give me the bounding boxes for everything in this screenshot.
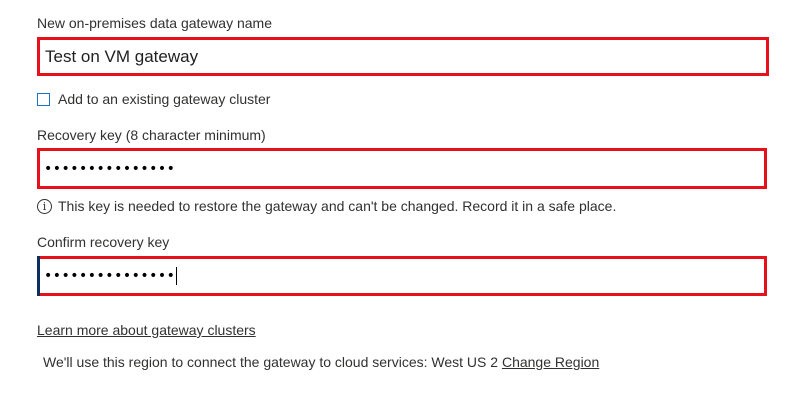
confirm-key-label: Confirm recovery key [37, 234, 170, 250]
text-caret [176, 267, 178, 285]
learn-more-link[interactable]: Learn more about gateway clusters [37, 322, 256, 338]
recovery-key-info: i This key is needed to restore the gate… [37, 198, 616, 214]
region-text: We'll use this region to connect the gat… [43, 354, 499, 370]
region-info: We'll use this region to connect the gat… [43, 354, 599, 370]
existing-cluster-checkbox[interactable] [37, 92, 50, 106]
confirm-key-masked-value: ••••••••••••••• [44, 267, 178, 285]
change-region-link[interactable]: Change Region [502, 354, 599, 370]
gateway-name-label: New on-premises data gateway name [37, 15, 273, 31]
confirm-key-dots: ••••••••••••••• [44, 268, 176, 284]
existing-cluster-checkbox-row[interactable]: Add to an existing gateway cluster [37, 91, 270, 107]
gateway-name-input[interactable]: Test on VM gateway [37, 37, 769, 76]
recovery-key-label: Recovery key (8 character minimum) [37, 127, 266, 143]
recovery-key-input[interactable]: ••••••••••••••• [37, 148, 767, 189]
info-icon: i [37, 198, 52, 214]
confirm-key-input[interactable]: ••••••••••••••• [37, 256, 767, 296]
existing-cluster-label: Add to an existing gateway cluster [58, 91, 271, 107]
recovery-key-masked-value: ••••••••••••••• [44, 160, 176, 177]
gateway-name-value: Test on VM gateway [45, 46, 199, 66]
info-text: This key is needed to restore the gatewa… [58, 198, 617, 214]
